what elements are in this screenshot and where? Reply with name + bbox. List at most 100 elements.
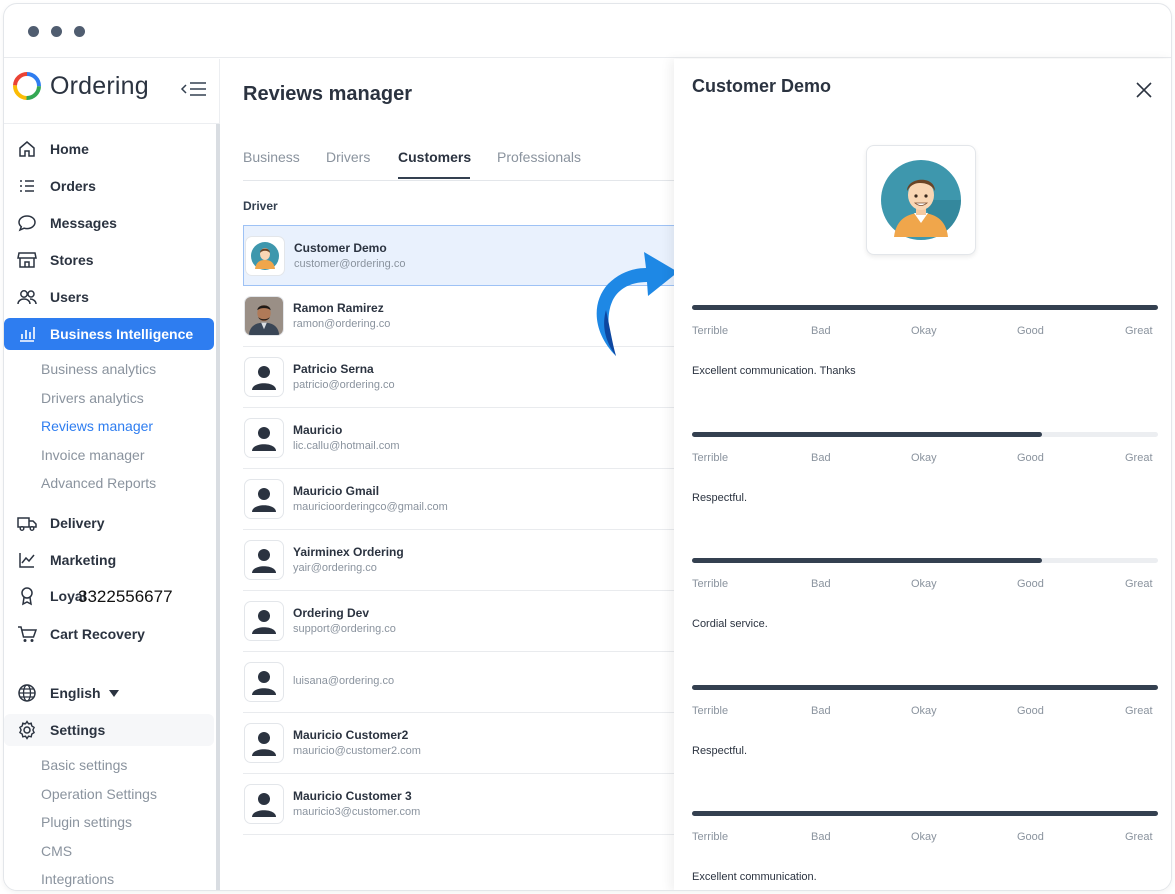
sidebar-item-label: Cart Recovery [50,626,145,642]
active-tab-indicator [398,177,470,179]
default-user-icon [252,732,276,756]
subnav-operation-settings[interactable]: Operation Settings [41,786,157,802]
customer-name: Ordering Dev [293,606,370,620]
users-icon [16,286,38,308]
avatar [244,296,284,336]
sidebar-item-label: Messages [50,215,117,231]
chart-bars-icon [16,323,38,345]
customer-email: mauricio3@customer.com [293,806,421,818]
home-icon [16,138,38,160]
sidebar-item-label: Delivery [50,515,105,531]
loyalty-overlay-text: 3322556677 [78,587,173,606]
customer-name: Mauricio Customer 3 [293,789,412,803]
review-comment: Cordial service. [692,618,768,630]
sidebar-item-marketing[interactable]: Marketing [4,544,214,576]
default-user-icon [252,549,276,573]
customer-name: Patricio Serna [293,362,374,376]
sidebar-item-orders[interactable]: Orders [4,170,214,202]
close-button[interactable] [1133,79,1155,101]
sidebar-item-users[interactable]: Users [4,281,214,313]
avatar [244,357,284,397]
rating-scale: Terrible Bad Okay Good Great [692,705,1158,719]
customer-row[interactable]: Mauricio Gmail mauricioorderingco@gmail.c… [243,469,683,530]
sidebar-item-home[interactable]: Home [4,133,214,165]
sidebar-item-business-intelligence[interactable]: Business Intelligence [4,318,214,350]
panel-title: Customer Demo [692,76,832,96]
avatar [244,601,284,641]
collapse-menu-icon [180,82,206,96]
subnav-plugin-settings[interactable]: Plugin settings [41,814,132,830]
window-dot-icon [74,26,85,37]
sidebar-item-messages[interactable]: Messages [4,207,214,239]
sidebar-item-delivery[interactable]: Delivery [4,507,214,539]
sidebar-item-stores[interactable]: Stores [4,244,214,276]
rating-scale-label: Great [1125,325,1153,337]
review-comment: Respectful. [692,744,748,757]
tab-business[interactable]: Business [243,149,300,165]
sidebar-item-settings[interactable]: Settings [4,714,214,746]
sidebar-item-label: Settings [50,722,106,738]
logo[interactable]: Ordering [12,69,149,103]
column-header: Driver [243,199,278,213]
subnav-cms[interactable]: CMS [41,843,72,859]
review-item: Terrible Bad Okay Good Great Excellent commun… [692,811,1158,890]
collapse-sidebar-button[interactable] [180,79,208,99]
subnav-advanced-reports[interactable]: Advanced Reports [41,475,156,491]
rating-scale-label: Bad [811,578,831,590]
customer-name: Ramon Ramirez [293,301,384,315]
customer-email: support@ordering.co [293,623,396,635]
reviews-main: Reviews manager Business Drivers Custome… [221,59,683,890]
window-dot-icon [28,26,39,37]
page-title: Reviews manager [243,83,412,105]
subnav-drivers-analytics[interactable]: Drivers analytics [41,390,144,406]
customer-row[interactable]: luisana@ordering.co [243,652,683,713]
customer-row[interactable]: Patricio Serna patricio@ordering.co [243,347,683,408]
customer-row[interactable]: Mauricio Customer2 mauricio@customer2.com [243,713,683,774]
award-icon [16,585,38,607]
sidebar-divider [4,123,220,124]
customer-row[interactable]: Mauricio Customer 3 mauricio3@customer.co… [243,774,683,835]
review-tabs: Business Drivers Customers Professionals [243,147,683,181]
default-user-icon [252,793,276,817]
subnav-integrations[interactable]: Integrations [41,871,114,887]
sidebar-item-label: Marketing [50,552,117,568]
sidebar-item-label: Home [50,141,89,157]
chat-icon [16,212,38,234]
customer-email: ramon@ordering.co [293,318,391,330]
sidebar-item-label: Users [50,289,89,305]
customer-row[interactable]: Mauricio lic.callu@hotmail.com [243,408,683,469]
rating-bar-track [692,305,1158,310]
review-comment: Excellent communication. Thanks [692,365,856,377]
window-titlebar [4,4,1171,58]
review-comment: Excellent communication. [692,871,817,883]
subnav-invoice-manager[interactable]: Invoice manager [41,447,145,463]
tab-customers[interactable]: Customers [398,149,471,165]
customer-email: mauricio@customer2.com [293,745,421,757]
review-item: Terrible Bad Okay Good Great Respectful. [692,684,1158,795]
avatar [245,236,285,276]
language-selector[interactable]: English [4,677,214,709]
user-photo-icon [245,297,283,335]
subnav-reviews-manager[interactable]: Reviews manager [41,418,153,434]
rating-scale-label: Terrible [692,578,729,590]
rating-scale: Terrible Bad Okay Good Great [692,578,1158,592]
subnav-basic-settings[interactable]: Basic settings [41,757,127,773]
subnav-business-analytics[interactable]: Business analytics [41,361,156,377]
sidebar-item-cart-recovery[interactable]: Cart Recovery [4,618,214,650]
rating-scale-label: Okay [911,578,937,590]
customer-avatar [866,145,976,255]
customer-row[interactable]: Yairminex Ordering yair@ordering.co [243,530,683,591]
customer-email: customer@ordering.co [294,258,406,270]
customer-avatar-icon [881,160,961,240]
customer-row[interactable]: Ordering Dev support@ordering.co [243,591,683,652]
default-user-icon [252,671,276,695]
curved-arrow-icon [596,252,678,356]
list-icon [16,175,38,197]
rating-bar-track [692,684,1158,690]
tab-professionals[interactable]: Professionals [497,149,581,165]
sidebar-item-label: Orders [50,178,96,194]
tab-drivers[interactable]: Drivers [326,149,370,165]
sidebar-scrollbar[interactable] [216,124,220,890]
customer-email: patricio@ordering.co [293,379,395,391]
rating-scale-label: Terrible [692,831,729,843]
